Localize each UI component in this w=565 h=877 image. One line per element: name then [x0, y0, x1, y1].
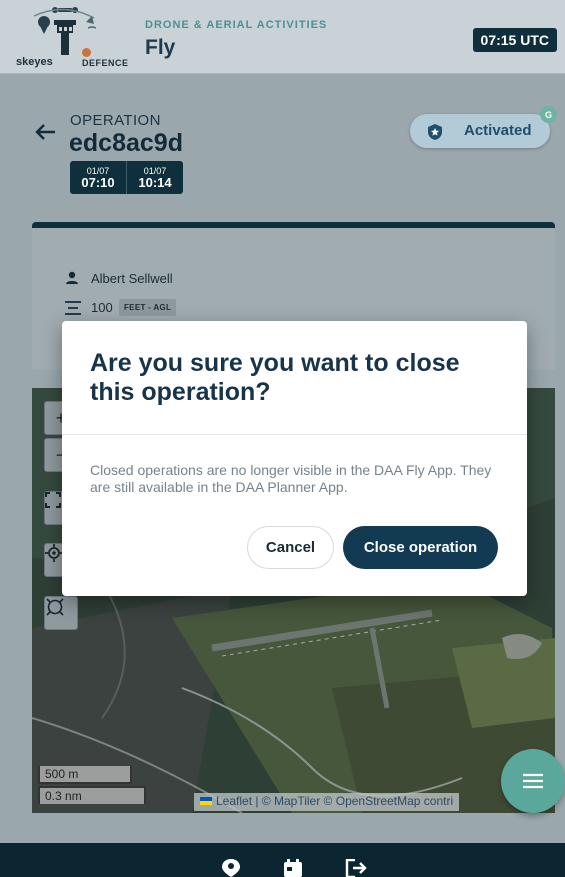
scale-nautical: 0.3 nm: [38, 786, 146, 804]
shield-icon: [427, 123, 443, 146]
altitude-unit: FEET - AGL: [119, 299, 177, 316]
start-time-block: 01/07 07:10: [70, 161, 126, 194]
end-time-block: 01/07 10:14: [126, 161, 183, 194]
bottom-nav: [0, 843, 565, 877]
app-subtitle: DRONE & AERIAL ACTIVITIES: [145, 19, 328, 31]
location-pin-icon[interactable]: [221, 859, 241, 877]
fullscreen-icon: [45, 492, 61, 508]
logout-icon[interactable]: [345, 858, 367, 877]
app-title: Fly: [145, 36, 176, 59]
scale-metric: 500 m: [38, 766, 132, 784]
start-date: 01/07: [86, 165, 110, 176]
operation-id: edc8ac9d: [69, 129, 183, 157]
draw-circle-button[interactable]: [44, 596, 78, 630]
ukraine-flag-icon: [200, 797, 212, 805]
logo-brand-text: skeyes: [16, 56, 53, 68]
defence-emblem-icon: [82, 48, 91, 57]
menu-fab[interactable]: [501, 749, 565, 813]
start-time: 07:10: [81, 174, 115, 190]
menu-icon: [523, 773, 543, 789]
status-label: Activated: [464, 122, 532, 139]
person-icon: [65, 271, 79, 290]
calendar-icon[interactable]: [283, 859, 303, 877]
operation-time-range: 01/07 07:10 01/07 10:14: [70, 161, 183, 194]
draw-circle-icon: [46, 598, 64, 616]
close-operation-dialog: Are you sure you want to close this oper…: [62, 321, 527, 596]
map-attribution[interactable]: Leaflet | © MapTiler © OpenStreetMap con…: [194, 793, 460, 811]
status-badge[interactable]: Activated G: [410, 106, 557, 148]
logo-partner-text: DEFENCE: [82, 48, 140, 68]
cancel-button[interactable]: Cancel: [247, 526, 334, 569]
end-time: 10:14: [138, 174, 172, 190]
close-operation-button[interactable]: Close operation: [343, 526, 498, 569]
app-header: skeyes DEFENCE DRONE & AERIAL ACTIVITIES…: [0, 0, 565, 74]
skeyes-defence-logo: skeyes DEFENCE: [14, 6, 140, 70]
altitude-icon: [64, 300, 82, 321]
end-date: 01/07: [143, 165, 167, 176]
operation-label: OPERATION: [70, 112, 161, 129]
status-notification-badge: G: [540, 106, 557, 123]
altitude-value: 100: [91, 300, 113, 315]
locate-icon: [45, 544, 63, 562]
back-arrow-icon[interactable]: [34, 122, 56, 146]
dialog-title: Are you sure you want to close this oper…: [90, 349, 460, 406]
dialog-divider: [62, 434, 527, 435]
dialog-message: Closed operations are no longer visible …: [90, 462, 492, 495]
pilot-name: Albert Sellwell: [91, 271, 173, 286]
utc-clock: 07:15 UTC: [472, 28, 557, 52]
